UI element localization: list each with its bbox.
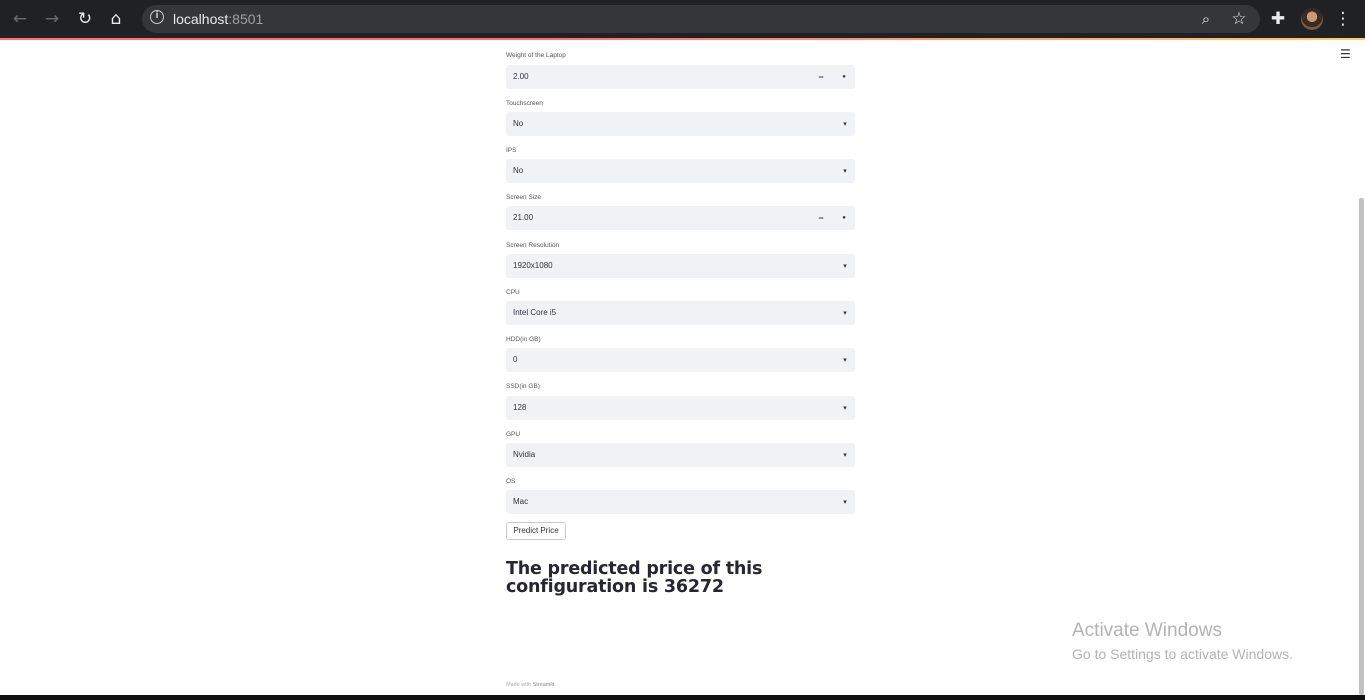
select-box[interactable]: No ▾ <box>506 159 855 183</box>
url-text: localhost:8501 <box>173 11 263 27</box>
field-label: Weight of the Laptop <box>506 52 566 59</box>
watermark-title: Activate Windows <box>1072 620 1222 641</box>
hamburger-menu-icon[interactable]: ☰ <box>1340 47 1351 61</box>
chevron-down-icon[interactable]: ▾ <box>840 301 850 325</box>
forward-icon[interactable]: → <box>42 9 62 29</box>
field-value: 128 <box>513 403 527 412</box>
select-box[interactable]: Nvidia ▾ <box>506 443 855 467</box>
field-label: HDD(in GB) <box>506 336 541 343</box>
increment-button[interactable]: ● <box>833 65 855 89</box>
footer-link[interactable]: Streamlit <box>533 682 555 688</box>
home-icon[interactable]: ⌂ <box>106 9 126 29</box>
increment-button[interactable]: ● <box>833 206 855 230</box>
chevron-down-icon[interactable]: ▾ <box>840 443 850 467</box>
chevron-down-icon[interactable]: ▾ <box>840 396 850 420</box>
taskbar <box>0 695 1365 700</box>
field-value: 0 <box>513 355 518 364</box>
info-icon[interactable]: i <box>150 10 164 24</box>
decrement-button[interactable]: − <box>810 65 832 89</box>
select-box[interactable]: 128 ▾ <box>506 396 855 420</box>
url-host: localhost <box>173 11 229 27</box>
browser-toolbar: ← → ↻ ⌂ i localhost:8501 ⌕ ☆ ✚ ⋮ <box>0 0 1365 38</box>
extensions-icon[interactable]: ✚ <box>1268 9 1288 29</box>
field-label: IPS <box>506 147 517 154</box>
field-label: SSD(in GB) <box>506 383 540 390</box>
field-value: Mac <box>513 497 529 506</box>
field-value: 2.00 <box>513 72 529 81</box>
field-value: Nvidia <box>513 450 536 459</box>
menu-icon[interactable]: ⋮ <box>1333 9 1353 29</box>
footer-prefix: Made with <box>506 682 532 688</box>
footer: Made with Streamlit <box>506 682 554 688</box>
star-icon[interactable]: ☆ <box>1229 9 1249 29</box>
back-icon[interactable]: ← <box>10 9 30 29</box>
windows-activation-watermark: Activate Windows Go to Settings to activ… <box>1072 620 1293 662</box>
number-input[interactable]: 2.00 − ● <box>506 65 855 89</box>
number-input[interactable]: 21.00 − ● <box>506 206 855 230</box>
chevron-down-icon[interactable]: ▾ <box>840 254 850 278</box>
chevron-down-icon[interactable]: ▾ <box>840 348 850 372</box>
predict-price-button[interactable]: Predict Price <box>506 522 566 540</box>
decrement-button[interactable]: − <box>810 206 832 230</box>
select-box[interactable]: Intel Core i5 ▾ <box>506 301 855 325</box>
field-label: Screen Size <box>506 194 542 201</box>
field-value: No <box>513 119 524 128</box>
reload-icon[interactable]: ↻ <box>75 9 95 29</box>
scrollbar[interactable] <box>1359 198 1364 695</box>
field-label: GPU <box>506 431 521 438</box>
field-label: Screen Resolution <box>506 242 560 249</box>
field-value: 1920x1080 <box>513 261 553 270</box>
chevron-down-icon[interactable]: ▾ <box>840 159 850 183</box>
profile-avatar[interactable] <box>1301 8 1323 30</box>
chevron-down-icon[interactable]: ▾ <box>840 112 850 136</box>
select-box[interactable]: 0 ▾ <box>506 348 855 372</box>
zoom-icon[interactable]: ⌕ <box>1196 9 1216 29</box>
select-box[interactable]: 1920x1080 ▾ <box>506 254 855 278</box>
chevron-down-icon[interactable]: ▾ <box>840 490 850 514</box>
field-value: 21.00 <box>513 213 534 222</box>
select-box[interactable]: Mac ▾ <box>506 490 855 514</box>
select-box[interactable]: No ▾ <box>506 112 855 136</box>
field-value: No <box>513 166 524 175</box>
field-value: Intel Core i5 <box>513 308 557 317</box>
field-label: OS <box>506 478 516 485</box>
app-page: ☰ Weight of the Laptop 2.00− ● Touchscreen N… <box>0 40 1365 695</box>
watermark-subtitle: Go to Settings to activate Windows. <box>1072 646 1293 662</box>
field-label: Touchscreen <box>506 100 543 107</box>
prediction-result: The predicted price of this configuratio… <box>506 559 763 597</box>
address-bar[interactable]: i localhost:8501 <box>142 5 1260 33</box>
url-port: :8501 <box>228 11 264 27</box>
field-label: CPU <box>506 289 520 296</box>
